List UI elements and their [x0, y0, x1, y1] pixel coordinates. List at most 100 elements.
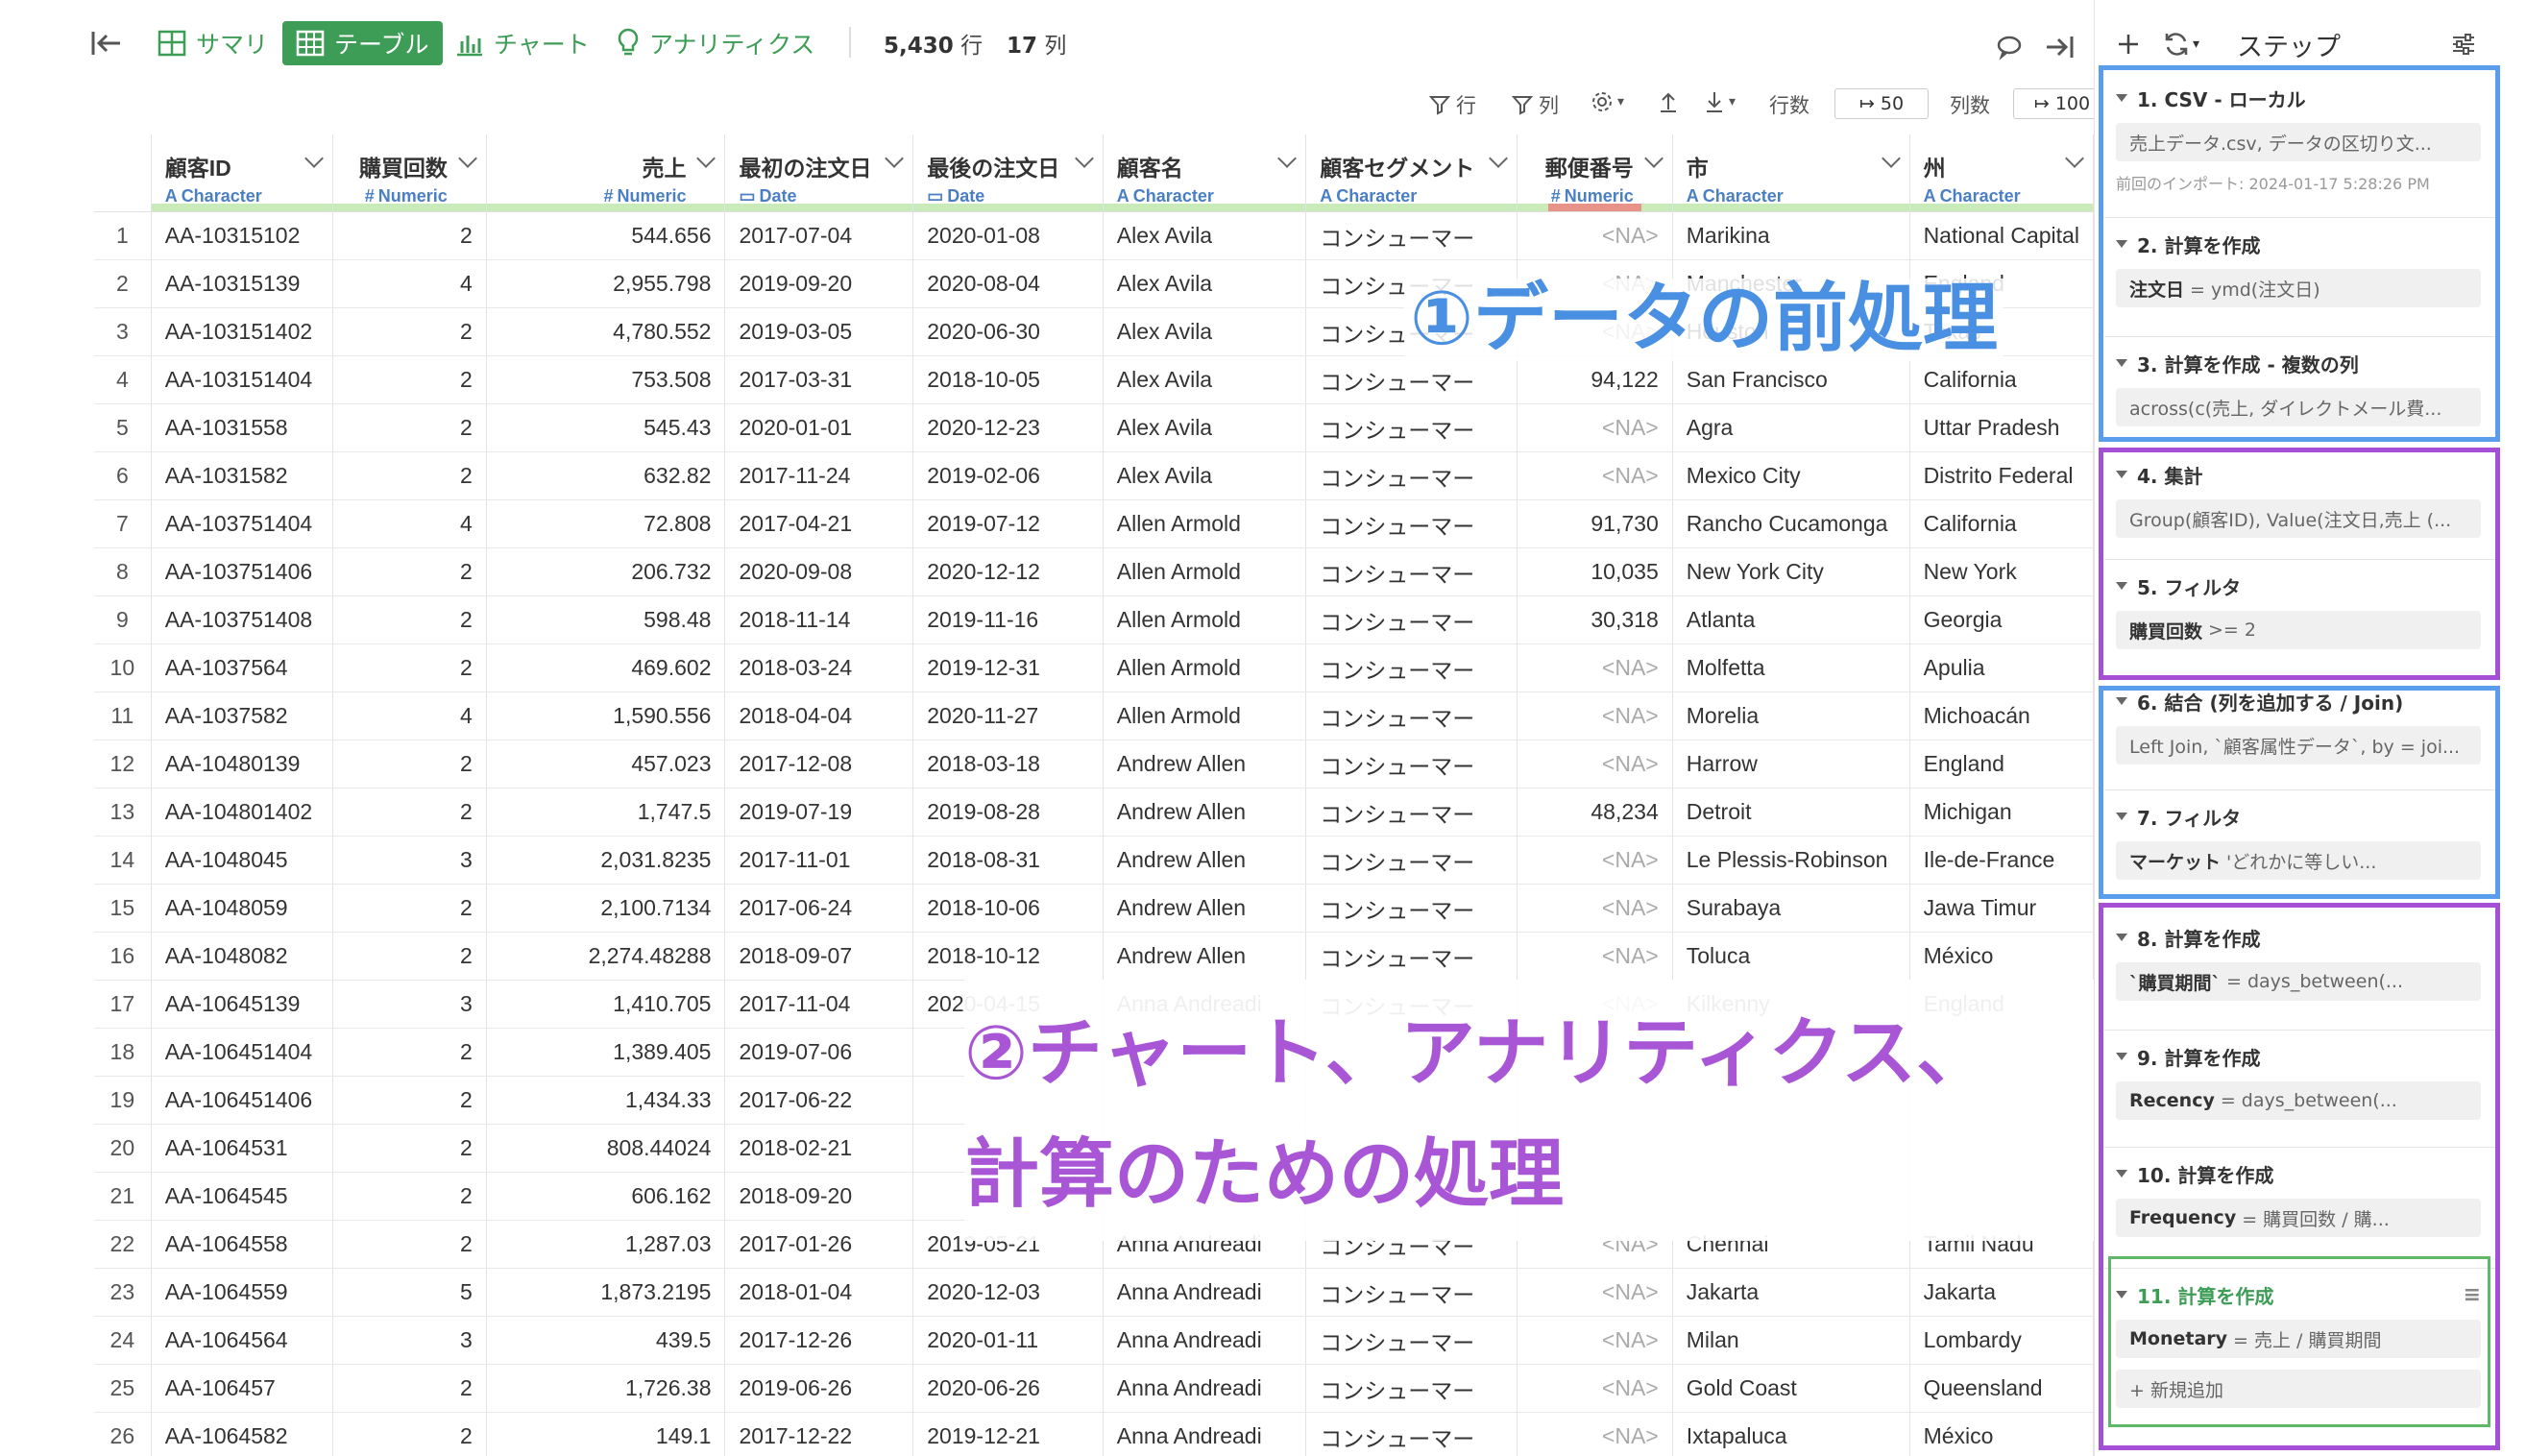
table-cell[interactable]: Andrew Allen	[1103, 788, 1307, 837]
table-cell[interactable]: Anna Andreadi	[1103, 1316, 1307, 1365]
table-cell[interactable]: AA-1031582	[151, 451, 333, 500]
table-cell[interactable]: Atlanta	[1672, 595, 1910, 644]
table-cell[interactable]: AA-10315102	[151, 211, 333, 260]
table-cell[interactable]: 2019-07-06	[724, 1028, 914, 1077]
table-cell[interactable]: Georgia	[1909, 595, 2094, 644]
table-cell[interactable]: 2020-12-23	[912, 403, 1104, 452]
table-cell[interactable]: コンシューマー	[1305, 836, 1518, 885]
table-cell[interactable]: 48,234	[1517, 788, 1673, 837]
chart-tab[interactable]: チャート	[455, 21, 590, 65]
table-cell[interactable]: Michigan	[1909, 788, 2094, 837]
table-cell[interactable]: コンシューマー	[1305, 788, 1518, 837]
table-cell[interactable]: 4,780.552	[486, 307, 726, 356]
table-cell[interactable]: <NA>	[1517, 836, 1673, 885]
table-cell[interactable]: 2,274.48288	[486, 932, 726, 981]
add-step-button[interactable]	[2116, 25, 2141, 63]
table-cell[interactable]: 2018-03-18	[912, 740, 1104, 789]
rows-input[interactable]: ↦ 50	[1834, 88, 1929, 119]
table-cell[interactable]: 2	[332, 403, 487, 452]
table-cell[interactable]: コンシューマー	[1305, 1412, 1518, 1456]
table-cell[interactable]: México	[1909, 1412, 2094, 1456]
table-cell[interactable]: <NA>	[1517, 211, 1673, 260]
collapse-left-icon[interactable]	[90, 21, 133, 65]
table-cell[interactable]: 2019-12-21	[912, 1412, 1104, 1456]
table-cell[interactable]: AA-10480139	[151, 740, 333, 789]
table-cell[interactable]: 2020-12-12	[912, 547, 1104, 596]
table-cell[interactable]: AA-103751408	[151, 595, 333, 644]
table-cell[interactable]: AA-1037582	[151, 692, 333, 740]
table-cell[interactable]: 30,318	[1517, 595, 1673, 644]
table-cell[interactable]: 1,873.2195	[486, 1268, 726, 1317]
table-cell[interactable]: 3	[332, 980, 487, 1029]
table-cell[interactable]: Le Plessis-Robinson	[1672, 836, 1910, 885]
table-cell[interactable]: Allen Armold	[1103, 499, 1307, 548]
table-cell[interactable]: <NA>	[1517, 451, 1673, 500]
table-cell[interactable]: 1,389.405	[486, 1028, 726, 1077]
table-cell[interactable]: 2	[332, 788, 487, 837]
table-cell[interactable]: 2020-01-01	[724, 403, 914, 452]
panel-settings-icon[interactable]	[2450, 25, 2477, 63]
settings-dropdown[interactable]: ▾	[1591, 90, 1624, 113]
table-cell[interactable]: 2	[332, 355, 487, 404]
table-cell[interactable]: 2,100.7134	[486, 884, 726, 933]
table-cell[interactable]: 2	[332, 1076, 487, 1125]
table-cell[interactable]: Distrito Federal	[1909, 451, 2094, 500]
table-cell[interactable]: AA-1064558	[151, 1220, 333, 1269]
table-cell[interactable]: Allen Armold	[1103, 547, 1307, 596]
table-cell[interactable]: 2020-12-03	[912, 1268, 1104, 1317]
table-cell[interactable]: 2019-07-12	[912, 499, 1104, 548]
upload-icon[interactable]	[1658, 90, 1679, 113]
column-header[interactable]: 最初の注文日 ▭ Date	[724, 134, 914, 212]
column-filter-button[interactable]: 列	[1512, 90, 1559, 119]
table-cell[interactable]: 10,035	[1517, 547, 1673, 596]
table-cell[interactable]: México	[1909, 932, 2094, 981]
column-menu-chevron-icon[interactable]	[696, 149, 717, 168]
table-cell[interactable]: England	[1909, 740, 2094, 789]
table-cell[interactable]: コンシューマー	[1305, 355, 1518, 404]
table-cell[interactable]: Allen Armold	[1103, 692, 1307, 740]
table-cell[interactable]: Jawa Timur	[1909, 884, 2094, 933]
table-cell[interactable]: Alex Avila	[1103, 403, 1307, 452]
table-cell[interactable]: 2019-11-16	[912, 595, 1104, 644]
column-header[interactable]: 顧客名 A Character	[1103, 134, 1307, 212]
table-cell[interactable]: Toluca	[1672, 932, 1910, 981]
column-header[interactable]: 最後の注文日 ▭ Date	[912, 134, 1104, 212]
column-menu-chevron-icon[interactable]	[1643, 149, 1664, 168]
table-cell[interactable]: 2017-06-24	[724, 884, 914, 933]
table-cell[interactable]: Jakarta	[1909, 1268, 2094, 1317]
table-cell[interactable]: AA-10645139	[151, 980, 333, 1029]
table-cell[interactable]: 1,287.03	[486, 1220, 726, 1269]
table-cell[interactable]: 1,410.705	[486, 980, 726, 1029]
table-cell[interactable]: 2019-03-05	[724, 307, 914, 356]
table-cell[interactable]: Milan	[1672, 1316, 1910, 1365]
column-header[interactable]: 売上 # Numeric	[486, 134, 726, 212]
table-cell[interactable]: California	[1909, 499, 2094, 548]
table-cell[interactable]: Morelia	[1672, 692, 1910, 740]
table-cell[interactable]: 2017-12-08	[724, 740, 914, 789]
table-cell[interactable]: 2017-11-24	[724, 451, 914, 500]
table-cell[interactable]: Alex Avila	[1103, 211, 1307, 260]
table-cell[interactable]: 2018-10-12	[912, 932, 1104, 981]
table-cell[interactable]: 2018-10-06	[912, 884, 1104, 933]
table-cell[interactable]: 4	[332, 259, 487, 308]
table-cell[interactable]: 2018-09-07	[724, 932, 914, 981]
table-cell[interactable]: 4	[332, 692, 487, 740]
table-cell[interactable]: 2	[332, 932, 487, 981]
table-cell[interactable]: <NA>	[1517, 1364, 1673, 1413]
table-cell[interactable]: 94,122	[1517, 355, 1673, 404]
table-cell[interactable]: San Francisco	[1672, 355, 1910, 404]
download-dropdown[interactable]: ▾	[1704, 90, 1736, 113]
table-cell[interactable]: <NA>	[1517, 1268, 1673, 1317]
table-cell[interactable]: 598.48	[486, 595, 726, 644]
table-cell[interactable]: AA-106451404	[151, 1028, 333, 1077]
table-cell[interactable]: AA-1064564	[151, 1316, 333, 1365]
table-cell[interactable]: AA-10315139	[151, 259, 333, 308]
table-cell[interactable]: 2019-09-20	[724, 259, 914, 308]
analytics-tab[interactable]: アナリティクス	[617, 21, 814, 65]
comment-icon[interactable]	[1996, 25, 2032, 69]
table-cell[interactable]: New York City	[1672, 547, 1910, 596]
table-cell[interactable]: Anna Andreadi	[1103, 1364, 1307, 1413]
table-cell[interactable]: AA-1064545	[151, 1172, 333, 1221]
table-cell[interactable]: 2	[332, 1124, 487, 1173]
table-cell[interactable]: 2018-08-31	[912, 836, 1104, 885]
